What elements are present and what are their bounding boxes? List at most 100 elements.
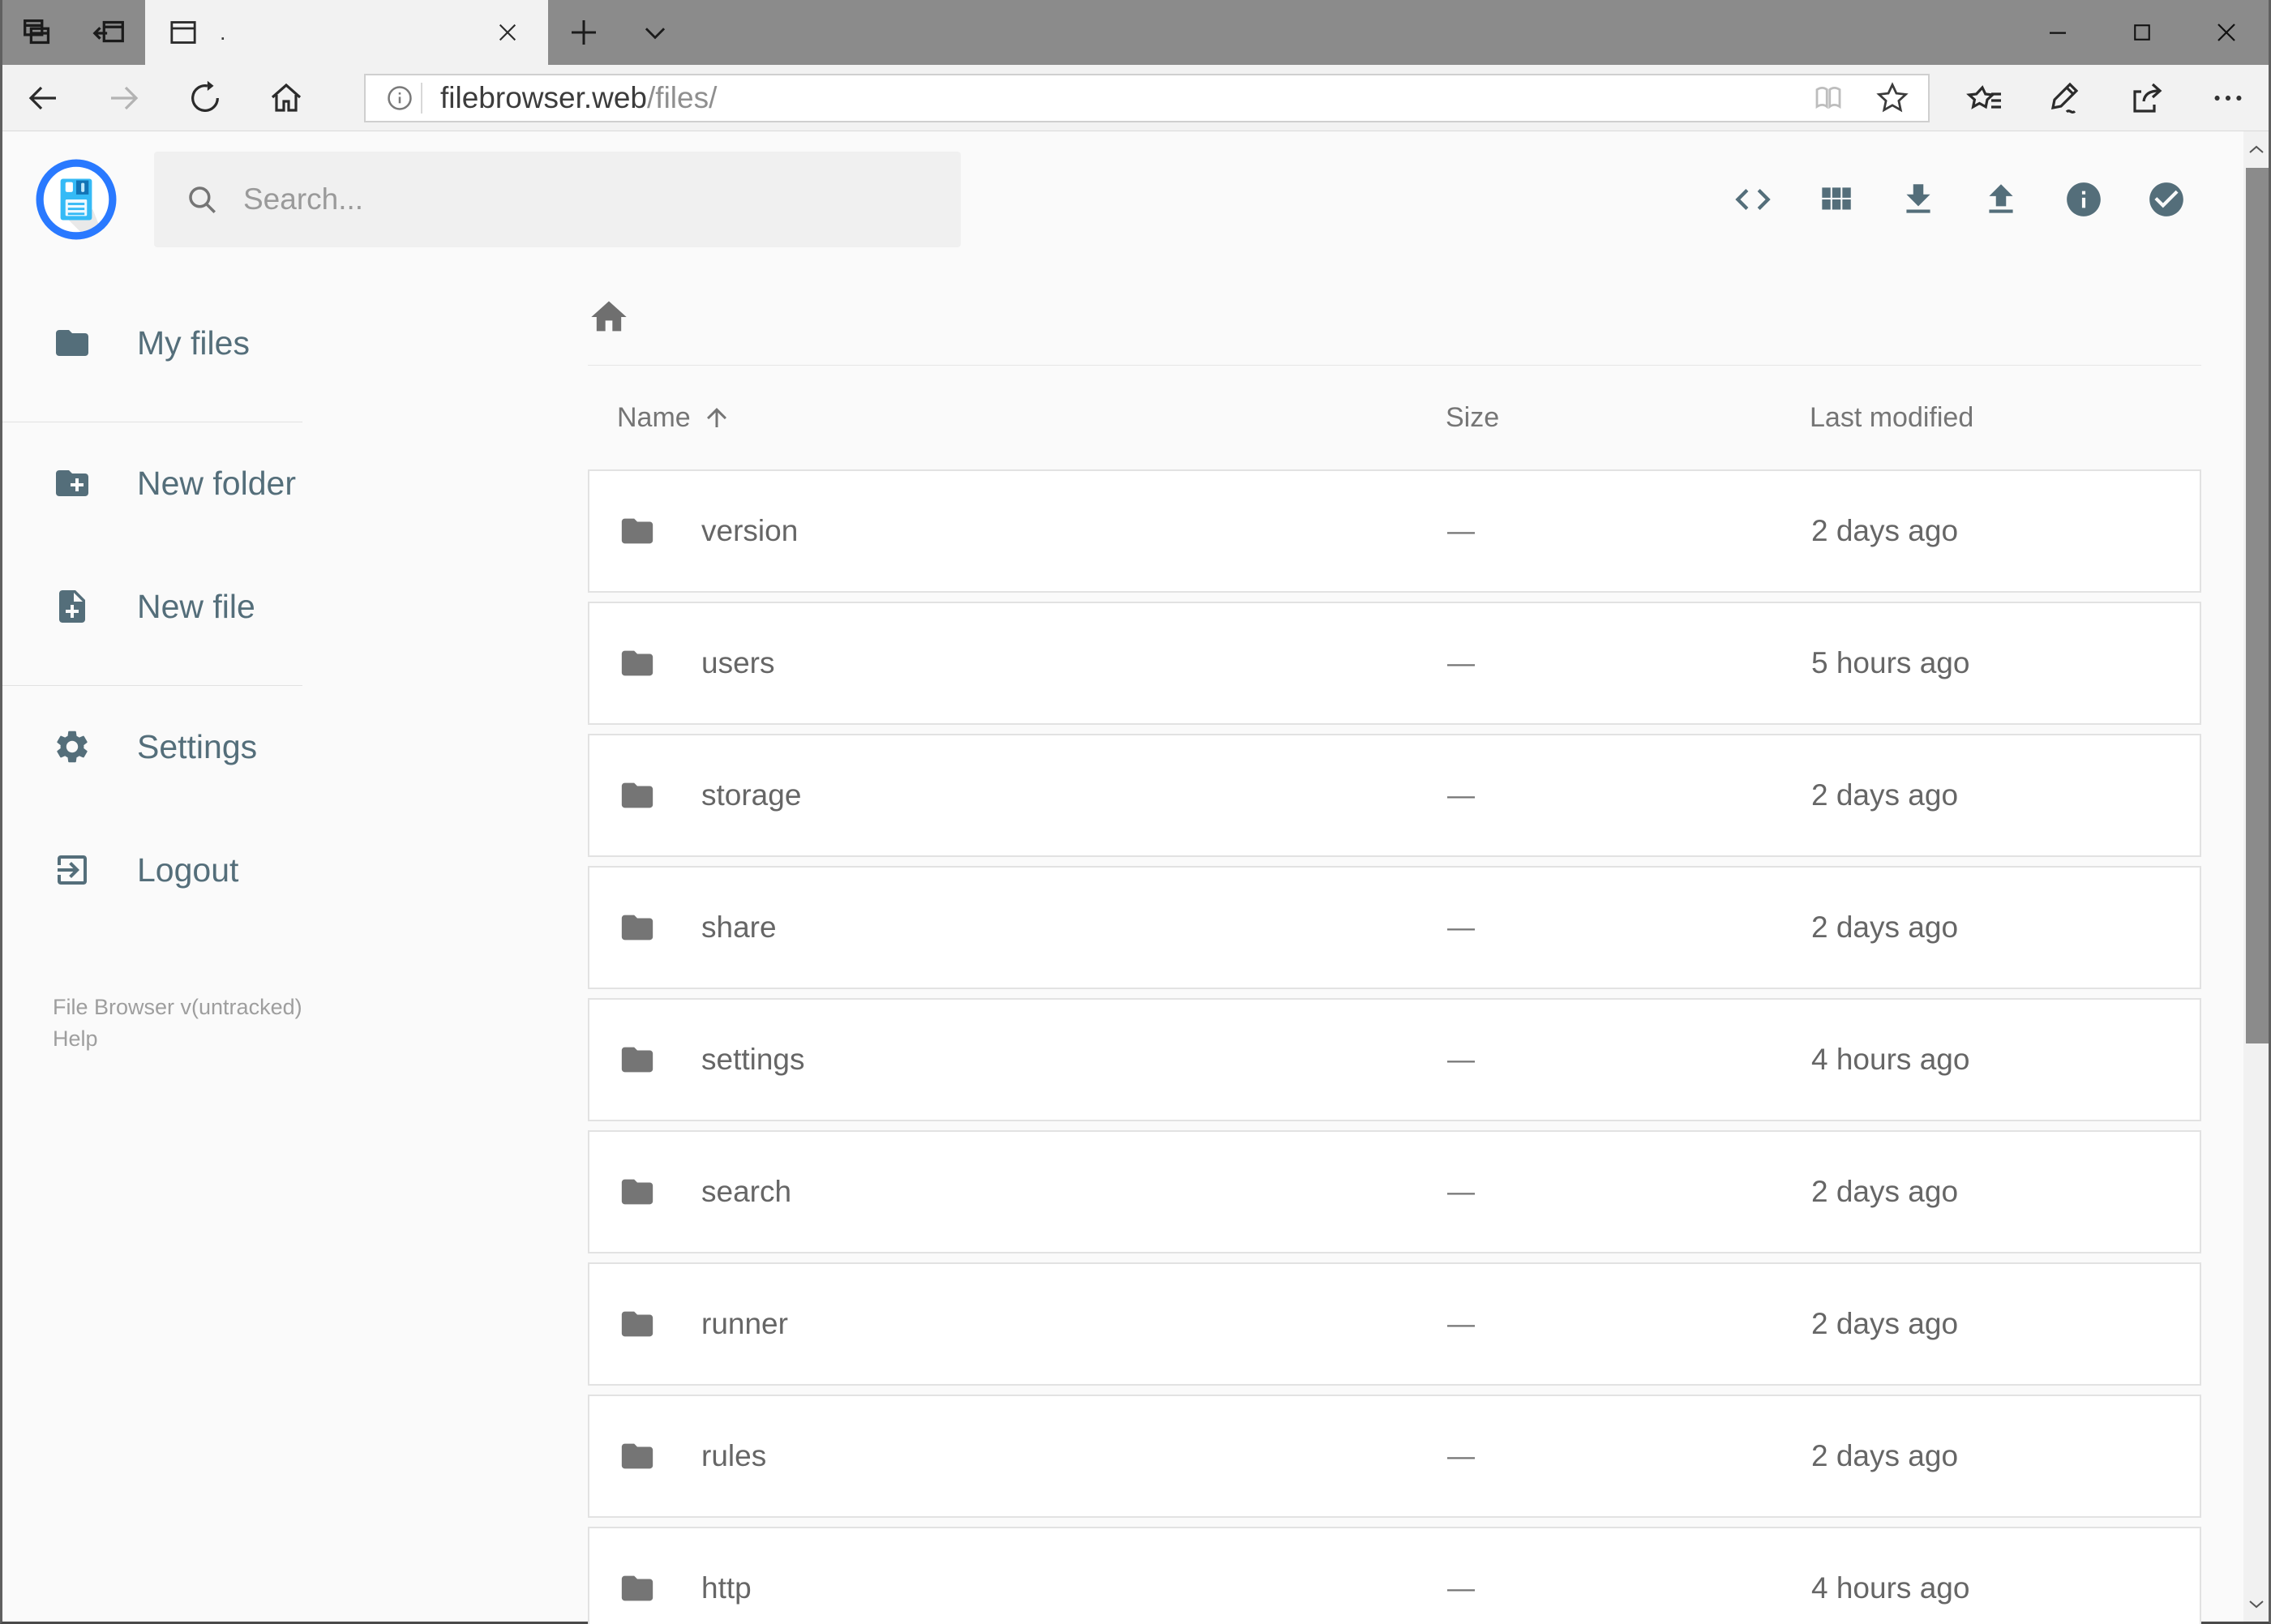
refresh-icon — [191, 80, 219, 112]
file-modified: 4 hours ago — [1811, 1043, 1970, 1076]
file-modified: 2 days ago — [1811, 911, 1959, 944]
settings-more-button[interactable] — [2187, 65, 2269, 131]
sidebar-item-my-files[interactable]: My files — [2, 298, 302, 388]
tab-preview-button[interactable] — [2, 0, 74, 65]
maximize-button[interactable] — [2100, 0, 2184, 65]
address-bar[interactable]: filebrowser.web/files/ — [364, 73, 1930, 122]
file-name-cell: runner — [619, 1305, 1447, 1343]
file-row[interactable]: version — 2 days ago — [588, 469, 2201, 593]
app-version: File Browser v(untracked) — [53, 995, 302, 1019]
header-actions — [1728, 174, 2192, 225]
file-name: users — [701, 646, 775, 679]
file-size: — — [1447, 911, 1475, 943]
folder-icon — [56, 330, 88, 356]
file-row[interactable]: settings — 4 hours ago — [588, 998, 2201, 1121]
file-row[interactable]: http — 4 hours ago — [588, 1527, 2201, 1624]
refresh-button[interactable] — [165, 65, 246, 131]
minimize-button[interactable] — [2016, 0, 2100, 65]
switch-view-button[interactable] — [1810, 174, 1861, 225]
tab-list-button[interactable] — [619, 0, 691, 65]
file-row[interactable]: search — 2 days ago — [588, 1130, 2201, 1253]
file-row[interactable]: rules — 2 days ago — [588, 1395, 2201, 1518]
sidebar-item-new-folder[interactable]: New folder — [2, 439, 302, 528]
file-name-cell: http — [619, 1570, 1447, 1607]
page-scrollbar[interactable] — [2243, 131, 2269, 1622]
sidebar-item-new-file[interactable]: New file — [2, 562, 302, 651]
file-name: share — [701, 911, 777, 944]
folder-icon — [621, 1443, 653, 1469]
tab-preview-icon — [24, 19, 50, 45]
web-notes-button[interactable] — [2025, 65, 2106, 131]
column-header-name[interactable]: Name — [617, 402, 1446, 434]
column-header-modified[interactable]: Last modified — [1810, 402, 2201, 434]
close-window-button[interactable] — [2184, 0, 2269, 65]
new-tab-button[interactable] — [548, 0, 619, 65]
file-browser-logo — [36, 159, 117, 240]
back-button[interactable] — [2, 65, 84, 131]
file-row[interactable]: share — 2 days ago — [588, 866, 2201, 989]
new-file-icon — [59, 590, 85, 623]
tab-title: . — [220, 19, 226, 45]
download-button[interactable] — [1893, 174, 1943, 225]
upload-icon — [1989, 184, 2013, 213]
search-box[interactable] — [154, 152, 961, 247]
file-row[interactable]: storage — 2 days ago — [588, 734, 2201, 857]
sidebar-item-label: New file — [137, 587, 255, 625]
share-button[interactable] — [2106, 65, 2187, 131]
scroll-up-button[interactable] — [2243, 131, 2269, 168]
tab-close-button[interactable] — [488, 13, 527, 52]
close-icon — [2217, 24, 2235, 41]
upload-button[interactable] — [1976, 174, 2026, 225]
file-size: — — [1447, 647, 1475, 679]
favorite-star-icon[interactable] — [1875, 80, 1910, 116]
select-multiple-button[interactable] — [2141, 174, 2192, 225]
hub-button[interactable] — [1944, 65, 2025, 131]
home-button[interactable] — [246, 65, 327, 131]
shell-button[interactable] — [1728, 174, 1778, 225]
file-modified: 2 days ago — [1811, 778, 1959, 812]
reading-view-icon — [1815, 86, 1841, 109]
column-header-size[interactable]: Size — [1446, 402, 1810, 434]
file-size: — — [1447, 515, 1475, 546]
info-button[interactable] — [2059, 174, 2109, 225]
file-name-cell: storage — [619, 777, 1447, 814]
listing-header: Name Size Last modified — [588, 366, 2201, 469]
grid-view-icon — [1822, 187, 1851, 210]
search-icon — [189, 186, 216, 213]
sidebar-item-label: Logout — [137, 851, 239, 889]
forward-button — [84, 65, 165, 131]
sidebar-footer: File Browser v(untracked) Help — [2, 992, 302, 1055]
site-info-button[interactable] — [379, 83, 421, 114]
sidebar-item-logout[interactable]: Logout — [2, 825, 302, 915]
file-name: http — [701, 1571, 752, 1605]
chevron-up-icon — [2248, 145, 2264, 153]
help-link[interactable]: Help — [53, 1023, 302, 1055]
browser-tab[interactable]: . — [145, 0, 548, 65]
folder-icon — [621, 1047, 653, 1073]
home-icon[interactable] — [588, 296, 630, 338]
file-size: — — [1447, 1308, 1475, 1339]
info-icon — [2067, 182, 2101, 216]
folder-icon — [621, 915, 653, 941]
set-tabs-aside-button[interactable] — [74, 0, 145, 65]
search-input[interactable] — [243, 182, 930, 216]
set-tabs-aside-icon — [92, 20, 124, 43]
scroll-down-button[interactable] — [2243, 1585, 2269, 1622]
maximize-icon — [2134, 24, 2150, 41]
file-browser-app: My files New folder New file — [2, 131, 2243, 1624]
sidebar-item-settings[interactable]: Settings — [2, 702, 302, 791]
folder-icon — [621, 650, 653, 676]
scrollbar-thumb[interactable] — [2246, 168, 2269, 1043]
back-icon — [28, 86, 56, 109]
breadcrumb — [588, 296, 2243, 365]
sidebar-divider — [2, 685, 302, 686]
file-name-cell: share — [619, 909, 1447, 946]
file-row[interactable]: runner — 2 days ago — [588, 1262, 2201, 1386]
titlebar: . — [2, 0, 2269, 65]
file-modified: 5 hours ago — [1811, 646, 1970, 679]
url-text: filebrowser.web/files/ — [440, 81, 717, 115]
close-icon — [499, 24, 516, 41]
logout-icon — [58, 855, 87, 885]
download-icon — [1906, 184, 1930, 213]
file-row[interactable]: users — 5 hours ago — [588, 602, 2201, 725]
